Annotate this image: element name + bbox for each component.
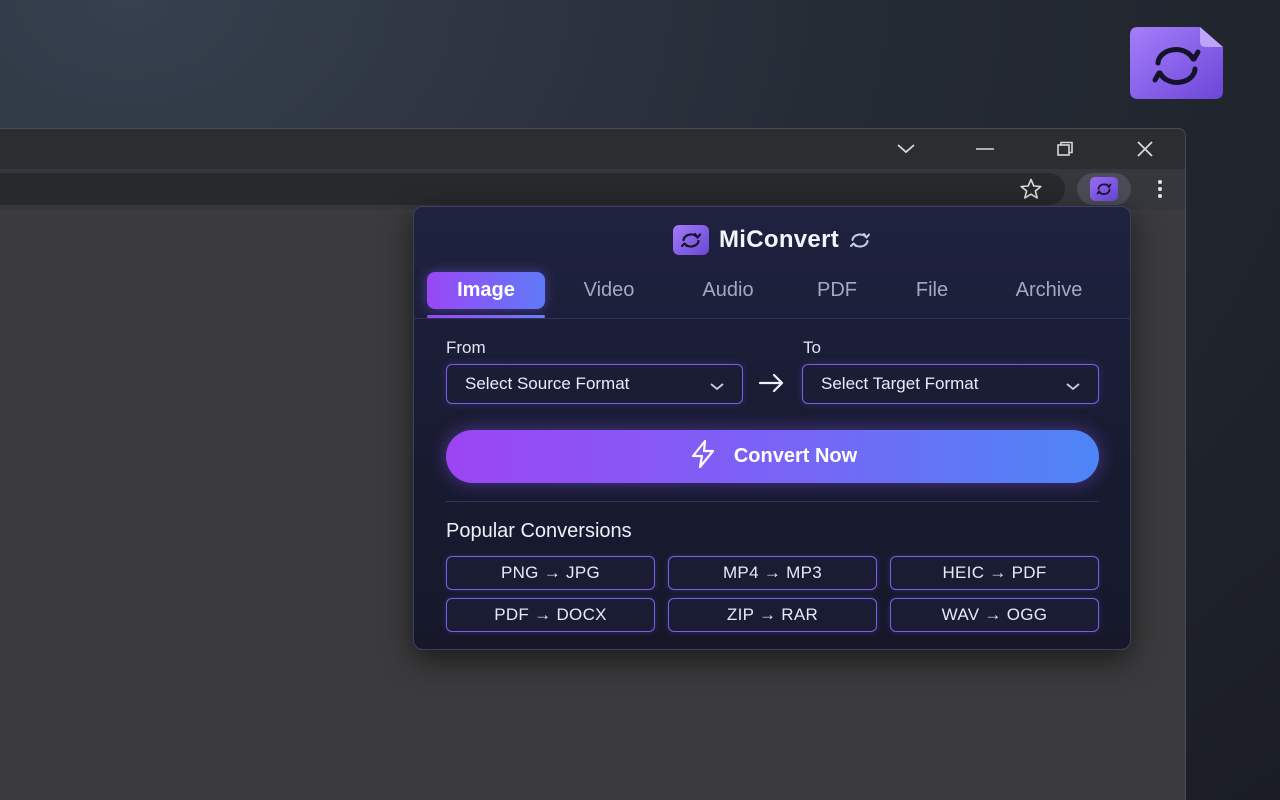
browser-titlebar	[0, 129, 1185, 169]
convert-now-button[interactable]: Convert Now	[446, 430, 1099, 483]
arrow-right-icon	[758, 372, 786, 399]
close-icon[interactable]	[1132, 137, 1158, 161]
conversion-chip[interactable]: MP4 → MP3	[668, 556, 877, 590]
lightning-icon	[688, 439, 718, 475]
chevron-down-icon	[710, 377, 724, 397]
tab-audio[interactable]: Audio	[682, 272, 774, 309]
popular-conversions-title: Popular Conversions	[446, 520, 632, 542]
browser-toolbar	[0, 169, 1185, 209]
minimize-icon[interactable]	[972, 137, 998, 161]
chevron-down-icon	[1066, 377, 1080, 397]
tab-video[interactable]: Video	[564, 272, 654, 309]
popup-title: MiConvert	[718, 226, 840, 253]
popup-header: MiConvert	[414, 223, 1130, 257]
conversion-chip[interactable]: HEIC → PDF	[890, 556, 1099, 590]
tab-pdf[interactable]: PDF	[803, 272, 871, 309]
kebab-menu-icon[interactable]	[1148, 177, 1172, 201]
restore-icon[interactable]	[1052, 137, 1078, 161]
source-format-select[interactable]: Select Source Format	[446, 364, 743, 404]
from-label: From	[446, 338, 486, 357]
tab-image[interactable]: Image	[427, 272, 545, 309]
target-format-value: Select Target Format	[821, 374, 979, 393]
tab-search-icon[interactable]	[893, 137, 919, 161]
conversion-chip[interactable]: PNG → JPG	[446, 556, 655, 590]
divider	[446, 501, 1099, 502]
convert-now-label: Convert Now	[733, 445, 858, 467]
format-tabs: Image Video Audio PDF File Archive	[414, 271, 1130, 319]
address-bar[interactable]	[0, 173, 1065, 205]
extension-icon[interactable]	[1077, 173, 1131, 205]
conversion-chip[interactable]: WAV → OGG	[890, 598, 1099, 632]
target-format-select[interactable]: Select Target Format	[802, 364, 1099, 404]
star-icon[interactable]	[1016, 177, 1046, 201]
active-tab-indicator	[427, 315, 545, 318]
tab-file[interactable]: File	[901, 272, 963, 309]
tab-archive[interactable]: Archive	[994, 272, 1104, 309]
source-format-value: Select Source Format	[465, 374, 630, 393]
to-label: To	[803, 338, 821, 357]
extension-popup: MiConvert Image Video Audio PDF File Arc…	[413, 206, 1131, 650]
miconvert-logo-icon	[672, 225, 709, 255]
conversion-chip[interactable]: PDF → DOCX	[446, 598, 655, 632]
app-logo-icon	[1130, 27, 1223, 99]
conversion-chip[interactable]: ZIP → RAR	[668, 598, 877, 632]
sync-icon[interactable]	[849, 231, 871, 249]
